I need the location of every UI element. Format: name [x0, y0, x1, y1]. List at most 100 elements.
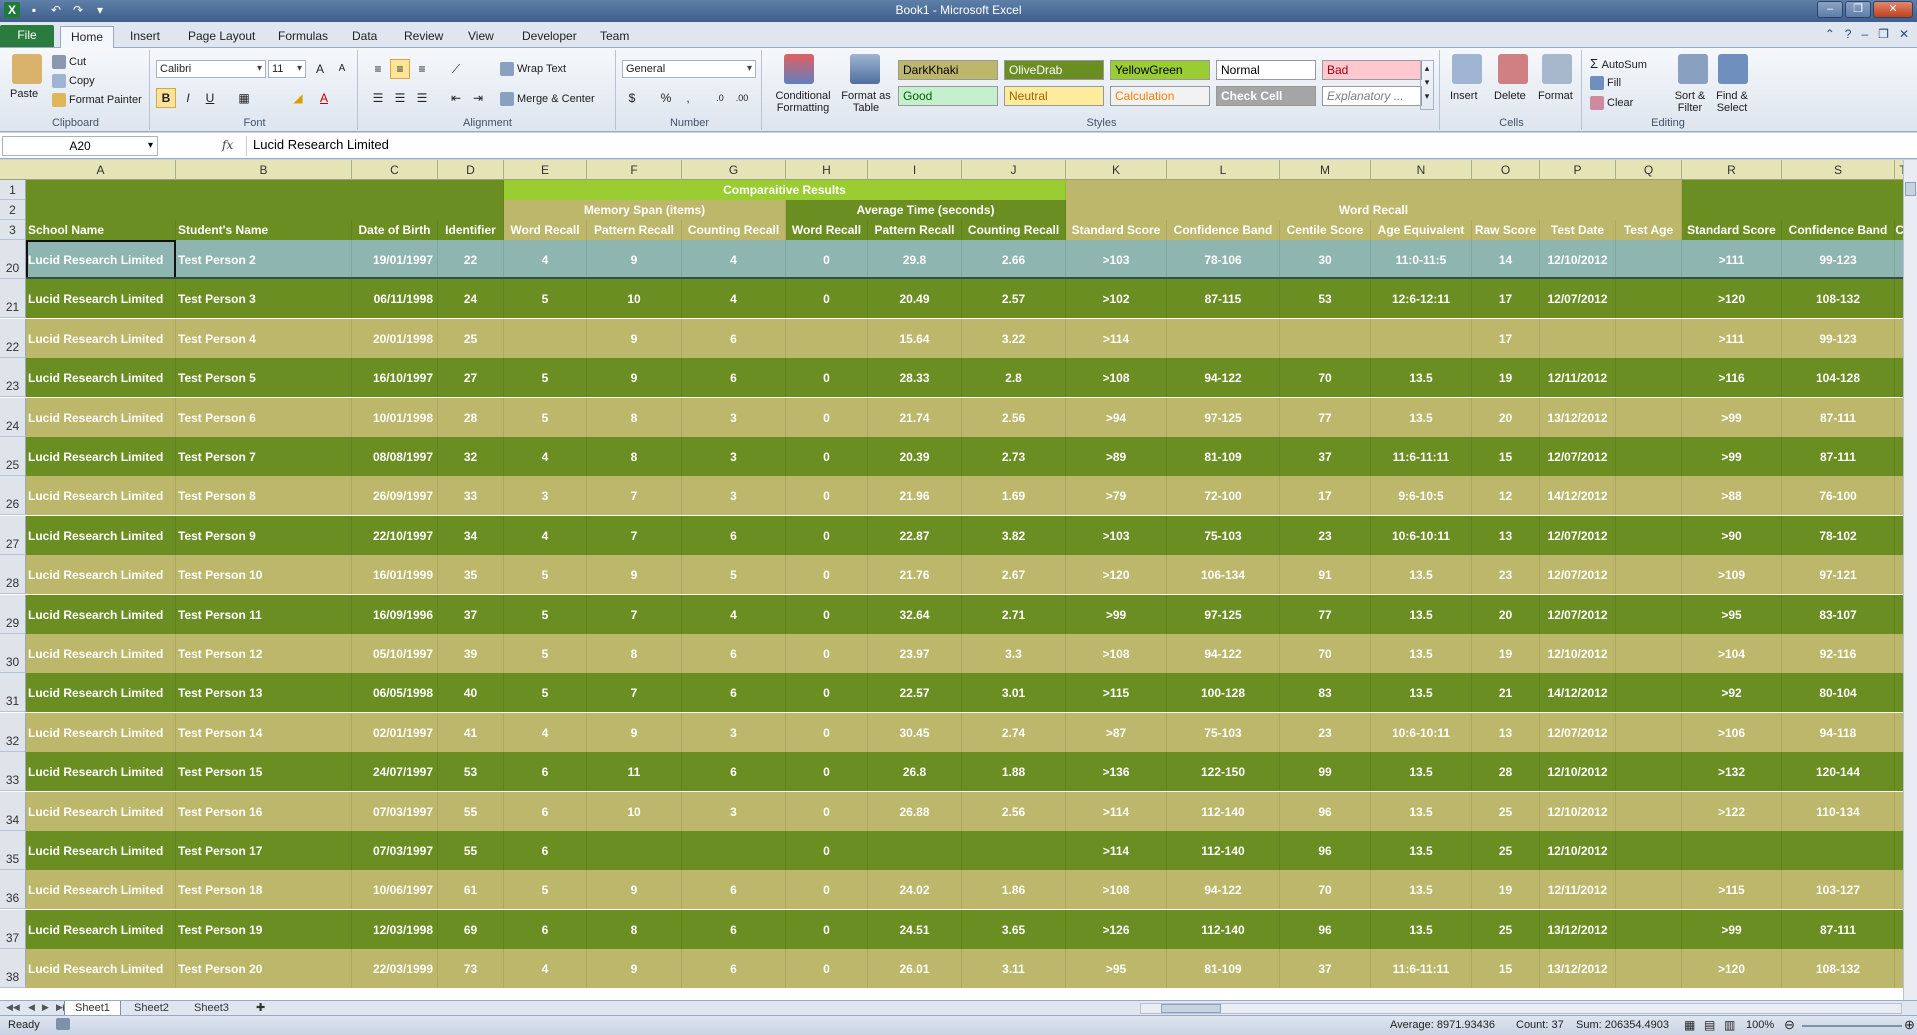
fill-button[interactable]: Fill [1590, 76, 1621, 90]
orientation-icon[interactable]: ⟋ [446, 59, 466, 79]
column-header-l[interactable]: L [1167, 160, 1280, 180]
table-cell[interactable]: >90 [1682, 516, 1782, 555]
table-cell[interactable]: >99 [1682, 437, 1782, 476]
table-cell[interactable]: Lucid Research Limited [26, 555, 176, 594]
table-cell[interactable]: 32 [438, 437, 504, 476]
number-format-dropdown[interactable]: General [622, 60, 756, 78]
table-cell[interactable]: 99-123 [1782, 319, 1895, 358]
table-cell[interactable]: 32.64 [868, 595, 962, 634]
table-cell[interactable] [1616, 713, 1682, 752]
table-cell[interactable]: 19 [1472, 358, 1540, 397]
table-cell[interactable]: 120-144 [1782, 752, 1895, 791]
table-cell[interactable]: 11:0-11:5 [1371, 240, 1472, 279]
column-title[interactable]: Identifier [438, 220, 504, 240]
table-cell[interactable]: >111 [1682, 319, 1782, 358]
row-header[interactable]: 34 [0, 792, 26, 831]
table-cell[interactable]: 100-128 [1167, 673, 1280, 712]
table-cell[interactable]: 0 [786, 240, 868, 279]
table-cell[interactable]: 6 [682, 634, 786, 673]
table-cell[interactable]: 97-125 [1167, 595, 1280, 634]
table-cell[interactable]: 16/09/1996 [352, 595, 438, 634]
table-cell[interactable]: 1.88 [962, 752, 1066, 791]
table-cell[interactable] [504, 319, 587, 358]
underline-button[interactable]: U [200, 88, 220, 108]
table-cell[interactable]: 83-107 [1782, 595, 1895, 634]
table-cell[interactable]: 1.86 [962, 870, 1066, 909]
table-cell[interactable]: 28.33 [868, 358, 962, 397]
table-cell[interactable]: 76-100 [1782, 476, 1895, 515]
table-cell[interactable]: 0 [786, 949, 868, 988]
table-cell[interactable]: 3 [682, 437, 786, 476]
row-header[interactable]: 36 [0, 870, 26, 909]
header-blank[interactable] [1682, 180, 1912, 200]
table-cell[interactable]: 13/12/2012 [1540, 949, 1616, 988]
table-cell[interactable] [1616, 240, 1682, 279]
table-cell[interactable]: 99-123 [1782, 240, 1895, 279]
table-cell[interactable]: 0 [786, 595, 868, 634]
row-header[interactable]: 28 [0, 555, 26, 594]
column-header-r[interactable]: R [1682, 160, 1782, 180]
table-cell[interactable]: 21.96 [868, 476, 962, 515]
table-cell[interactable]: 0 [786, 752, 868, 791]
table-cell[interactable]: 11:6-11:11 [1371, 949, 1472, 988]
table-cell[interactable]: 22/03/1999 [352, 949, 438, 988]
formula-input[interactable]: Lucid Research Limited [246, 136, 1901, 156]
tab-formulas[interactable]: Formulas [268, 26, 338, 48]
table-cell[interactable]: 12/10/2012 [1540, 634, 1616, 673]
table-cell[interactable] [1616, 792, 1682, 831]
table-cell[interactable]: 9 [587, 949, 682, 988]
table-cell[interactable]: Lucid Research Limited [26, 516, 176, 555]
table-cell[interactable]: 5 [504, 279, 587, 318]
table-cell[interactable]: 12/11/2012 [1540, 358, 1616, 397]
tab-page-layout[interactable]: Page Layout [178, 26, 265, 48]
table-cell[interactable]: 70 [1280, 870, 1371, 909]
zoom-in-icon[interactable]: ⊕ [1904, 1017, 1915, 1033]
table-cell[interactable]: 92-116 [1782, 634, 1895, 673]
table-cell[interactable]: 13 [1472, 713, 1540, 752]
table-cell[interactable]: 30.45 [868, 713, 962, 752]
table-cell[interactable]: Lucid Research Limited [26, 398, 176, 437]
table-cell[interactable]: >103 [1066, 516, 1167, 555]
table-cell[interactable]: >108 [1066, 358, 1167, 397]
table-cell[interactable]: 5 [504, 555, 587, 594]
table-cell[interactable]: 2.67 [962, 555, 1066, 594]
column-header-k[interactable]: K [1066, 160, 1167, 180]
table-cell[interactable] [1371, 319, 1472, 358]
currency-icon[interactable]: $ [622, 88, 642, 108]
column-title[interactable]: Confidence Band [1167, 220, 1280, 240]
table-cell[interactable]: 94-122 [1167, 358, 1280, 397]
table-cell[interactable]: Lucid Research Limited [26, 437, 176, 476]
column-header-s[interactable]: S [1782, 160, 1895, 180]
table-cell[interactable]: 11:6-11:11 [1371, 437, 1472, 476]
decrease-indent-icon[interactable]: ⇤ [446, 88, 466, 108]
table-cell[interactable]: 23 [1280, 516, 1371, 555]
first-sheet-icon[interactable]: ◀◀ [6, 1002, 20, 1013]
column-header-a[interactable]: A [26, 160, 176, 180]
table-cell[interactable]: 83 [1280, 673, 1371, 712]
tab-view[interactable]: View [458, 26, 504, 48]
header-blank[interactable] [26, 180, 504, 200]
table-cell[interactable]: 9 [587, 713, 682, 752]
table-cell[interactable]: 07/03/1997 [352, 792, 438, 831]
table-cell[interactable] [1167, 319, 1280, 358]
table-cell[interactable]: 55 [438, 792, 504, 831]
table-cell[interactable] [1616, 949, 1682, 988]
table-cell[interactable]: 41 [438, 713, 504, 752]
column-title[interactable]: Counting Recall [682, 220, 786, 240]
table-cell[interactable]: 22/10/1997 [352, 516, 438, 555]
table-cell[interactable]: Lucid Research Limited [26, 792, 176, 831]
table-cell[interactable]: 34 [438, 516, 504, 555]
table-cell[interactable]: 53 [1280, 279, 1371, 318]
row-header[interactable]: 26 [0, 476, 26, 515]
zoom-level[interactable]: 100% [1746, 1019, 1774, 1031]
table-cell[interactable]: 112-140 [1167, 910, 1280, 949]
table-cell[interactable]: Lucid Research Limited [26, 673, 176, 712]
table-cell[interactable]: 24 [438, 279, 504, 318]
copy-button[interactable]: Copy [52, 74, 95, 88]
table-cell[interactable]: 22 [438, 240, 504, 279]
header-blank[interactable] [1682, 200, 1912, 220]
row-header[interactable]: 30 [0, 634, 26, 673]
table-cell[interactable]: 78-106 [1167, 240, 1280, 279]
table-cell[interactable]: 103-127 [1782, 870, 1895, 909]
header-blank[interactable] [1066, 180, 1682, 200]
